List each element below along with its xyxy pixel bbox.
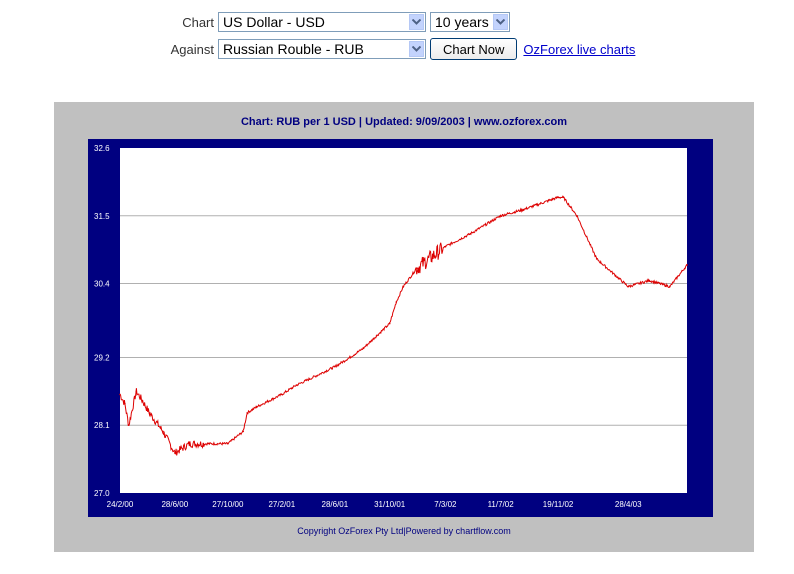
data-point bbox=[348, 356, 351, 359]
data-point bbox=[141, 399, 144, 402]
chart-now-button[interactable]: Chart Now bbox=[430, 38, 518, 60]
period-select[interactable]: 10 years bbox=[430, 12, 510, 32]
y-tick-label: 32.6 bbox=[94, 144, 110, 153]
x-tick-label: 27/10/00 bbox=[212, 500, 244, 509]
data-point bbox=[295, 384, 298, 386]
data-point bbox=[388, 322, 391, 325]
chart-currency-select[interactable]: US Dollar - USD bbox=[218, 12, 426, 32]
y-tick-label: 28.1 bbox=[94, 421, 110, 430]
data-point bbox=[281, 393, 283, 396]
y-tick-label: 31.5 bbox=[94, 212, 110, 221]
data-point bbox=[256, 405, 258, 408]
data-point bbox=[362, 347, 365, 350]
data-point bbox=[119, 393, 121, 396]
plot-area bbox=[120, 148, 687, 493]
x-tick-label: 27/2/01 bbox=[268, 500, 295, 509]
chart-label: Chart bbox=[182, 14, 214, 30]
x-tick-label: 24/2/00 bbox=[107, 500, 134, 509]
data-point bbox=[242, 430, 245, 433]
data-point bbox=[468, 233, 471, 236]
data-point bbox=[174, 452, 176, 454]
chevron-down-icon[interactable] bbox=[409, 14, 424, 30]
chart-title: Chart: RUB per 1 USD | Updated: 9/09/200… bbox=[240, 116, 568, 128]
data-point bbox=[627, 285, 630, 288]
data-point bbox=[562, 196, 565, 199]
chevron-down-icon[interactable] bbox=[493, 14, 508, 30]
chart-panel: Chart: RUB per 1 USD | Updated: 9/09/200… bbox=[54, 102, 754, 552]
data-point bbox=[202, 442, 205, 445]
chart-footer: Copyright OzForex Pty Ltd|Powered by cha… bbox=[297, 526, 511, 536]
live-charts-link[interactable]: OzForex live charts bbox=[523, 42, 635, 57]
data-point bbox=[375, 335, 378, 337]
data-point bbox=[416, 267, 418, 269]
data-point bbox=[188, 442, 191, 445]
x-tick-label: 28/4/03 bbox=[615, 500, 642, 509]
x-tick-label: 28/6/00 bbox=[161, 500, 188, 509]
data-point bbox=[686, 264, 688, 266]
chart-svg: 27.0 28.1 29.2 30.4 31.5 32.6 24/2/00 28/6/00 27… bbox=[94, 144, 688, 509]
data-point bbox=[499, 214, 502, 217]
data-point bbox=[127, 424, 130, 427]
data-point bbox=[648, 279, 651, 282]
data-point bbox=[334, 365, 336, 368]
data-point bbox=[595, 258, 598, 260]
data-point bbox=[124, 402, 126, 405]
y-tick-label: 29.2 bbox=[94, 353, 110, 362]
x-tick-label: 31/10/01 bbox=[374, 500, 406, 509]
y-tick-label: 30.4 bbox=[94, 280, 110, 289]
data-point bbox=[135, 390, 138, 393]
chart-currency-row: Chart US Dollar - USD 10 years bbox=[166, 12, 510, 32]
x-tick-label: 7/3/02 bbox=[434, 500, 457, 509]
data-point bbox=[402, 285, 405, 288]
against-currency-select[interactable]: Russian Rouble - RUB bbox=[218, 39, 426, 59]
against-currency-value: Russian Rouble - RUB bbox=[223, 41, 364, 57]
against-label: Against bbox=[170, 41, 214, 57]
x-tick-label: 28/6/01 bbox=[322, 500, 349, 509]
chart-currency-value: US Dollar - USD bbox=[223, 14, 325, 30]
data-point bbox=[576, 214, 578, 217]
data-point bbox=[669, 285, 671, 288]
y-tick-label: 27.0 bbox=[94, 489, 110, 498]
data-point bbox=[557, 196, 559, 199]
chart-frame: 27.0 28.1 29.2 30.4 31.5 32.6 24/2/00 28/6/00 27… bbox=[88, 139, 713, 517]
against-currency-row: Against Russian Rouble - RUB Chart Now O… bbox=[166, 38, 635, 60]
chevron-down-icon[interactable] bbox=[409, 41, 424, 57]
x-tick-label: 11/7/02 bbox=[488, 500, 515, 509]
data-point bbox=[522, 208, 525, 211]
data-point bbox=[227, 442, 229, 445]
data-point bbox=[308, 378, 311, 380]
data-point bbox=[246, 412, 248, 414]
data-point bbox=[444, 245, 447, 248]
data-point bbox=[395, 301, 398, 303]
data-point bbox=[162, 430, 164, 433]
x-tick-label: 19/11/02 bbox=[543, 500, 574, 509]
data-point bbox=[148, 412, 151, 414]
period-value: 10 years bbox=[435, 14, 489, 30]
